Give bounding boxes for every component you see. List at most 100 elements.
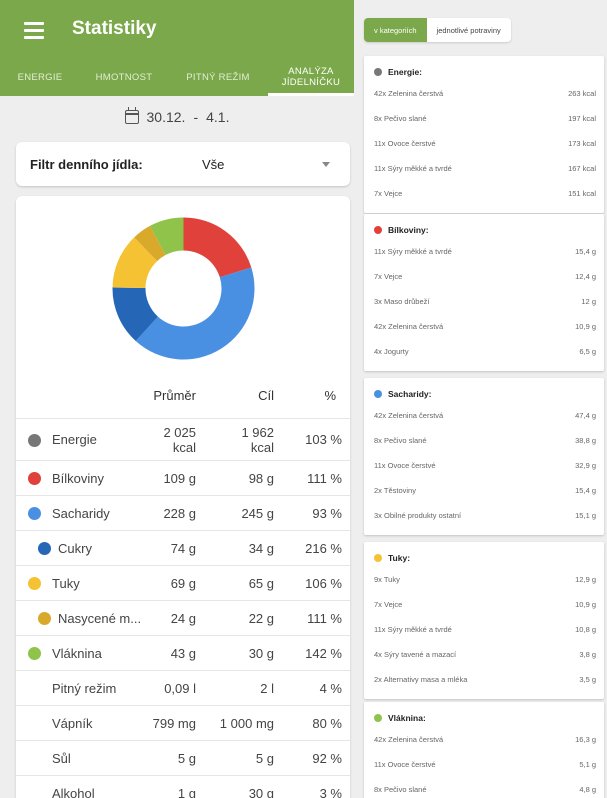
food-name: 2x Těstoviny (374, 486, 416, 495)
goal-value: 5 g (255, 750, 274, 766)
header-average: Průměr (153, 388, 196, 403)
food-name: 8x Pečivo slané (374, 436, 427, 445)
food-value: 5,1 g (579, 760, 596, 769)
food-name: 11x Sýry měkké a tvrdé (374, 164, 452, 173)
food-name: 7x Vejce (374, 189, 403, 198)
tab-energie[interactable]: ENERGIE (0, 58, 80, 96)
food-name: 11x Sýry měkké a tvrdé (374, 625, 452, 634)
table-row: Nasycené m... 24 g 22 g 111 % (16, 600, 350, 635)
list-item: 7x Vejce 151 kcal (374, 189, 596, 201)
table-row: Tuky 69 g 65 g 106 % (16, 565, 350, 600)
category-card: Tuky: 9x Tuky 12,9 g 7x Vejce 10,9 g 11x Sýry… (364, 542, 604, 699)
food-value: 3,8 g (579, 650, 596, 659)
nutrient-color-dot (28, 507, 41, 520)
food-name: 8x Pečivo slané (374, 785, 427, 794)
food-name: 4x Sýry tavené a mazací (374, 650, 457, 659)
table-row: Sůl 5 g 5 g 92 % (16, 740, 350, 775)
food-value: 263 kcal (568, 89, 596, 98)
tab-v-kategoriich[interactable]: v kategoriích (364, 18, 427, 42)
category-header: Vláknina: (374, 712, 426, 724)
value-unit: kcal (250, 440, 274, 455)
table-row: Bílkoviny 109 g 98 g 111 % (16, 460, 350, 495)
food-value: 32,9 g (575, 461, 596, 470)
filter-label: Filtr denního jídla: (30, 157, 143, 172)
category-card: Vláknina: 42x Zelenina čerstvá 16,3 g 11x O… (364, 702, 604, 798)
category-color-dot (374, 68, 382, 76)
nutrient-name: Pitný režim (52, 680, 117, 696)
food-name: 3x Maso drůbeží (374, 297, 430, 306)
percent-value: 106 % (305, 575, 342, 591)
list-item: 9x Tuky 12,9 g (374, 575, 596, 587)
dropdown-arrow-icon (322, 162, 330, 167)
nutrition-stats-card: Průměr Cíl % Energie 2 025 kcal 1 962 kcal 10… (16, 196, 350, 798)
category-header: Tuky: (374, 552, 410, 564)
table-row: Sacharidy 228 g 245 g 93 % (16, 495, 350, 530)
average-value: 799 mg (152, 715, 196, 731)
nutrient-name: Sacharidy (52, 505, 110, 521)
nutrient-name: Bílkoviny (52, 470, 105, 486)
percent-value: 92 % (312, 750, 342, 766)
tab-analyza-label-line1: ANALÝZA (288, 66, 334, 77)
date-separator: - (193, 109, 199, 125)
list-item: 11x Sýry měkké a tvrdé 10,8 g (374, 625, 596, 637)
food-value: 3,5 g (579, 675, 596, 684)
goal-value: 1 962 kcal (241, 425, 274, 455)
list-item: 8x Pečivo slané 38,8 g (374, 436, 596, 448)
food-name: 2x Alternativy masa a mléka (374, 675, 468, 684)
goal-value: 1 000 mg (219, 715, 274, 731)
food-name: 11x Ovoce čerstvé (374, 461, 436, 470)
food-name: 42x Zelenina čerstvá (374, 89, 444, 98)
category-card: Energie: 42x Zelenina čerstvá 263 kcal 8x P… (364, 56, 604, 213)
table-row: Vápník 799 mg 1 000 mg 80 % (16, 705, 350, 740)
nutrient-color-dot (28, 433, 41, 447)
table-row: Pitný režim 0,09 l 2 l 4 % (16, 670, 350, 705)
tab-jednotlive-potraviny[interactable]: jednotlivé potraviny (427, 18, 511, 42)
food-value: 16,3 g (575, 735, 596, 744)
tab-pitny-rezim[interactable]: PITNÝ REŽIM (168, 58, 268, 96)
header-goal: Cíl (258, 388, 274, 403)
meal-filter-dropdown[interactable]: Filtr denního jídla: Vše (16, 142, 350, 186)
average-value: 24 g (170, 610, 196, 626)
percent-value: 93 % (312, 505, 342, 521)
food-name: 11x Sýry měkké a tvrdé (374, 247, 452, 256)
nutrient-color-dot (38, 542, 51, 555)
food-value: 15,1 g (575, 511, 596, 520)
list-item: 42x Zelenina čerstvá 263 kcal (374, 89, 596, 101)
tab-analyza-jidelnicku[interactable]: ANALÝZA JÍDELNÍČKU (268, 58, 354, 96)
table-row: Cukry 74 g 34 g 216 % (16, 530, 350, 565)
category-color-dot (374, 554, 382, 562)
donut-segment-bílkoviny (183, 217, 252, 278)
food-name: 8x Pečivo slané (374, 114, 427, 123)
food-name: 4x Jogurty (374, 347, 409, 356)
list-item: 7x Vejce 10,9 g (374, 600, 596, 612)
category-color-dot (374, 714, 382, 722)
food-value: 4,8 g (579, 785, 596, 794)
food-name: 9x Tuky (374, 575, 400, 584)
list-item: 42x Zelenina čerstvá 47,4 g (374, 411, 596, 423)
category-header: Bílkoviny: (374, 224, 429, 236)
food-value: 167 kcal (568, 164, 596, 173)
list-item: 3x Obilné produkty ostatní 15,1 g (374, 511, 596, 523)
date-range-selector[interactable]: 30.12. - 4.1. (0, 100, 354, 134)
nutrient-name: Nasycené m... (58, 610, 142, 626)
list-item: 8x Pečivo slané 197 kcal (374, 114, 596, 126)
header-percent: % (324, 388, 336, 403)
food-name: 42x Zelenina čerstvá (374, 735, 444, 744)
nutrient-name: Cukry (58, 540, 92, 556)
tab-hmotnost[interactable]: HMOTNOST (80, 58, 168, 96)
average-value: 43 g (170, 645, 196, 661)
food-value: 10,9 g (575, 322, 596, 331)
average-value: 1 g (177, 785, 196, 798)
nutrient-name: Vláknina (52, 645, 102, 661)
statistics-panel: Statistiky ENERGIE HMOTNOST PITNÝ REŽIM … (0, 0, 354, 798)
menu-icon[interactable] (24, 22, 44, 39)
list-item: 11x Ovoce čerstvé 5,1 g (374, 760, 596, 772)
category-title: Sacharidy: (388, 389, 432, 399)
goal-value: 30 g (248, 645, 274, 661)
nutrient-color-dot (28, 472, 41, 485)
list-item: 11x Sýry měkké a tvrdé 167 kcal (374, 164, 596, 176)
list-item: 42x Zelenina čerstvá 16,3 g (374, 735, 596, 747)
average-value: 109 g (163, 470, 196, 486)
table-header: Průměr Cíl % (16, 388, 350, 408)
category-color-dot (374, 226, 382, 234)
